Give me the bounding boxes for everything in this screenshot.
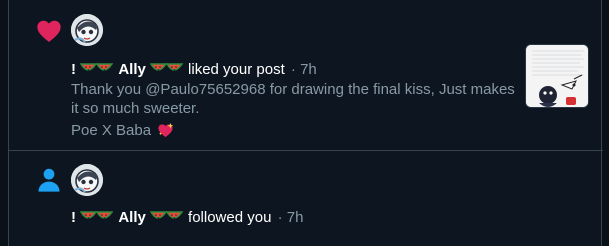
post-thumbnail-image [526, 45, 588, 107]
avatar-image [71, 164, 103, 196]
watermelon-emoji-icon [80, 211, 114, 219]
timestamp[interactable]: · 7h [278, 209, 304, 226]
notification-action: followed you [188, 209, 272, 226]
person-icon [38, 168, 60, 192]
notifications-timeline: ! Ally liked your post · 7h Thank you @P… [8, 0, 603, 246]
sparkling-heart-icon [158, 122, 174, 138]
user-name: Ally [118, 61, 146, 78]
user-name-link[interactable]: ! Ally [71, 209, 184, 226]
post-thumbnail[interactable] [525, 44, 589, 108]
watermelon-emoji-icon [80, 63, 114, 71]
notification-headline: ! Ally liked your post · 7h [71, 60, 317, 80]
notification-headline: ! Ally followed you · 7h [71, 208, 303, 228]
heart-icon [37, 20, 61, 42]
user-prefix: ! [71, 61, 76, 78]
follow-notification[interactable]: ! Ally followed you · 7h [9, 152, 603, 246]
post-text: Thank you @Paulo75652968 for drawing the… [71, 81, 515, 117]
user-name-link[interactable]: ! Ally [71, 61, 184, 78]
user-prefix: ! [71, 209, 76, 226]
watermelon-emoji-icon [150, 211, 184, 219]
avatar[interactable] [71, 14, 103, 46]
timestamp[interactable]: · 7h [291, 61, 317, 78]
watermelon-emoji-icon [150, 63, 184, 71]
user-name: Ally [118, 209, 146, 226]
post-preview[interactable]: Thank you @Paulo75652968 for drawing the… [71, 80, 521, 140]
avatar-image [71, 14, 103, 46]
post-text-line2: Poe X Baba [71, 122, 152, 139]
avatar[interactable] [71, 164, 103, 196]
like-notification[interactable]: ! Ally liked your post · 7h Thank you @P… [9, 0, 603, 151]
notification-action: liked your post [188, 61, 285, 78]
